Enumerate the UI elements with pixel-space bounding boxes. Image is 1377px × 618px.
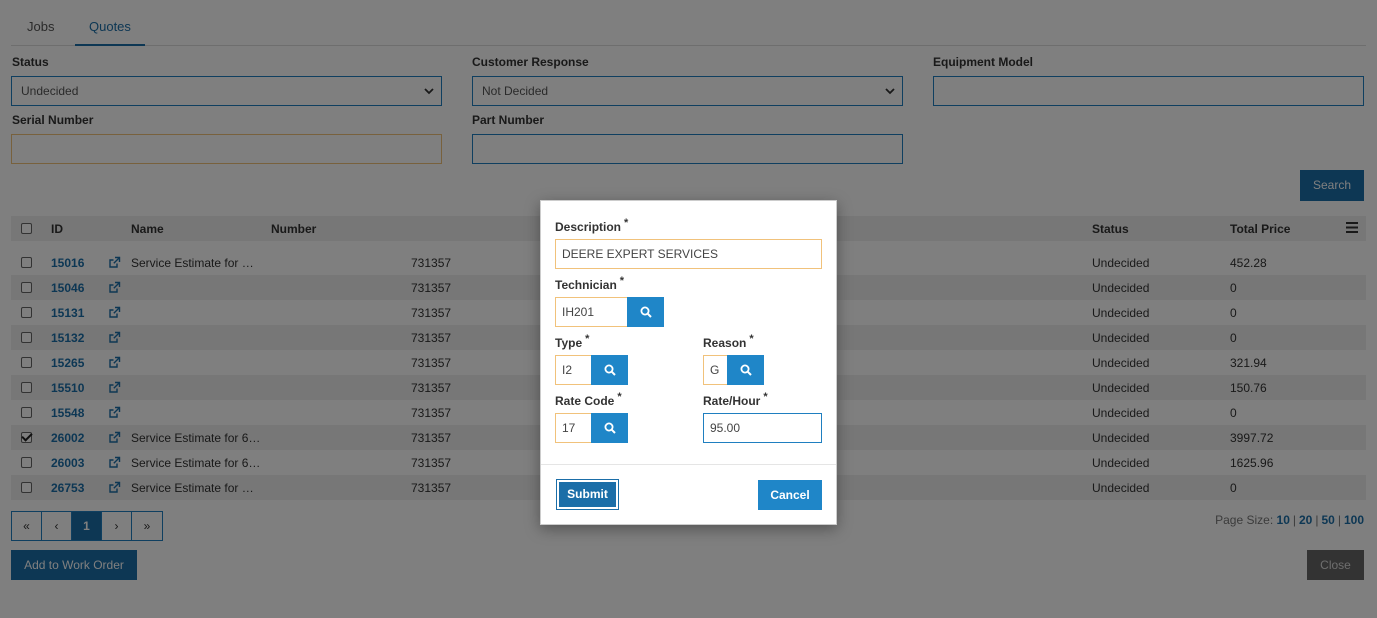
- technician-label: Technician *: [555, 275, 625, 292]
- rate-hour-label: Rate/Hour *: [703, 391, 768, 408]
- submit-button-label: Submit: [559, 482, 616, 507]
- search-icon: [604, 422, 616, 434]
- technician-search-button[interactable]: [627, 297, 664, 327]
- type-label: Type *: [555, 333, 590, 350]
- description-label: Description *: [555, 217, 629, 234]
- description-input[interactable]: DEERE EXPERT SERVICES: [555, 239, 822, 269]
- search-icon: [640, 306, 652, 318]
- add-labor-modal: Description * DEERE EXPERT SERVICES Techn…: [540, 200, 837, 525]
- reason-label: Reason *: [703, 333, 754, 350]
- cancel-button[interactable]: Cancel: [758, 480, 822, 510]
- submit-button[interactable]: Submit: [556, 479, 619, 510]
- search-icon: [604, 364, 616, 376]
- reason-input[interactable]: G: [703, 355, 728, 385]
- rate-code-search-button[interactable]: [591, 413, 628, 443]
- type-search-button[interactable]: [591, 355, 628, 385]
- search-icon: [740, 364, 752, 376]
- technician-input[interactable]: IH201: [555, 297, 628, 327]
- rate-code-label: Rate Code *: [555, 391, 622, 408]
- type-input[interactable]: I2: [555, 355, 592, 385]
- reason-search-button[interactable]: [727, 355, 764, 385]
- rate-hour-input[interactable]: 95.00: [703, 413, 822, 443]
- modal-footer-divider: [541, 464, 836, 465]
- rate-code-input[interactable]: 17: [555, 413, 592, 443]
